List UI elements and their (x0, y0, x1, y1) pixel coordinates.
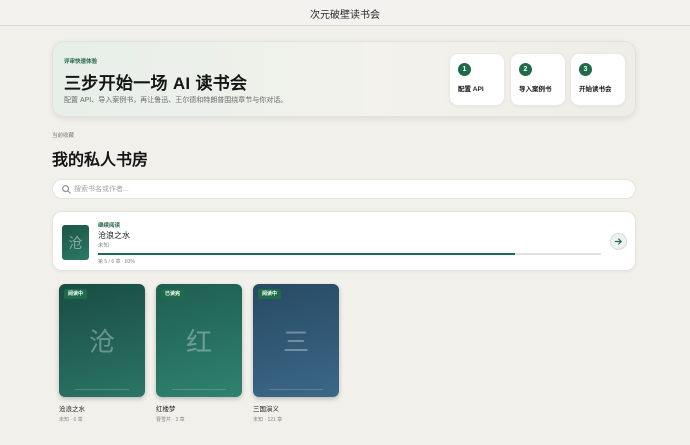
status-badge: 阅读中 (64, 289, 88, 299)
section-eyebrow: 当前收藏 (52, 133, 75, 139)
hero-subtitle: 配置 API、导入案例书，再让鲁迅、王尔德和特朗普围绕章节与你对话。 (64, 97, 288, 104)
step-start-session[interactable]: 3 开始读书会 (570, 53, 626, 106)
hero-eyebrow: 评审快速体验 (64, 59, 98, 65)
hero-title: 三步开始一场 AI 读书会 (64, 74, 248, 93)
step-number: 3 (579, 63, 592, 76)
status-badge: 已读完 (161, 289, 185, 299)
step-number: 2 (519, 63, 532, 76)
step-import-sample[interactable]: 2 导入案例书 (510, 53, 566, 106)
search-bar (52, 179, 636, 199)
step-label: 配置 API (458, 86, 484, 93)
search-icon (62, 185, 71, 194)
reading-progress-bar (98, 253, 601, 255)
cover-glyph: 沧 (88, 328, 115, 357)
book-card[interactable]: 已读完 红 红楼梦 曹雪芹 · 3 章 (156, 284, 242, 423)
step-label: 开始读书会 (579, 86, 612, 93)
cover-glyph: 三 (282, 328, 309, 357)
cover-glyph: 沧 (68, 236, 83, 252)
book-cover-thumbnail: 沧 (62, 225, 89, 260)
book-cover[interactable]: 已读完 红 (156, 284, 242, 397)
continue-book-title: 沧浪之水 (98, 231, 130, 240)
top-bar: 次元破壁读书会 (0, 0, 690, 26)
page-title: 我的私人书房 (52, 152, 149, 169)
reading-progress-text: 第 5 / 6 章 · 83% (98, 259, 135, 265)
status-badge: 阅读中 (258, 289, 282, 299)
continue-book-author: 未知 (98, 243, 110, 249)
quick-start-banner: 评审快速体验 三步开始一场 AI 读书会 配置 API、导入案例书，再让鲁迅、王… (52, 41, 636, 117)
step-number: 1 (458, 63, 471, 76)
book-meta: 未知 · 121 章 (253, 417, 283, 423)
step-label: 导入案例书 (519, 86, 552, 93)
cover-divider (269, 389, 323, 390)
app-title: 次元破壁读书会 (310, 10, 380, 21)
cover-divider (75, 389, 129, 390)
book-card[interactable]: 阅读中 三 三国演义 未知 · 121 章 (253, 284, 339, 423)
book-title: 红楼梦 (156, 406, 176, 413)
cover-divider (172, 389, 226, 390)
cover-glyph: 红 (185, 328, 212, 357)
arrow-right-icon (614, 238, 622, 245)
book-cover[interactable]: 阅读中 三 (253, 284, 339, 397)
continue-reading-card[interactable]: 沧 继续阅读 沧浪之水 未知 第 5 / 6 章 · 83% (52, 211, 636, 271)
book-meta: 未知 · 6 章 (59, 417, 83, 423)
book-title: 三国演义 (253, 406, 279, 413)
book-cover[interactable]: 阅读中 沧 (59, 284, 145, 397)
continue-eyebrow: 继续阅读 (98, 223, 121, 229)
continue-reading-button[interactable] (610, 233, 627, 250)
book-card[interactable]: 阅读中 沧 沧浪之水 未知 · 6 章 (59, 284, 145, 423)
book-title: 沧浪之水 (59, 406, 85, 413)
search-input[interactable] (74, 182, 624, 197)
step-configure-api[interactable]: 1 配置 API (449, 53, 505, 106)
book-meta: 曹雪芹 · 3 章 (156, 417, 185, 423)
reading-progress-fill (98, 253, 516, 255)
